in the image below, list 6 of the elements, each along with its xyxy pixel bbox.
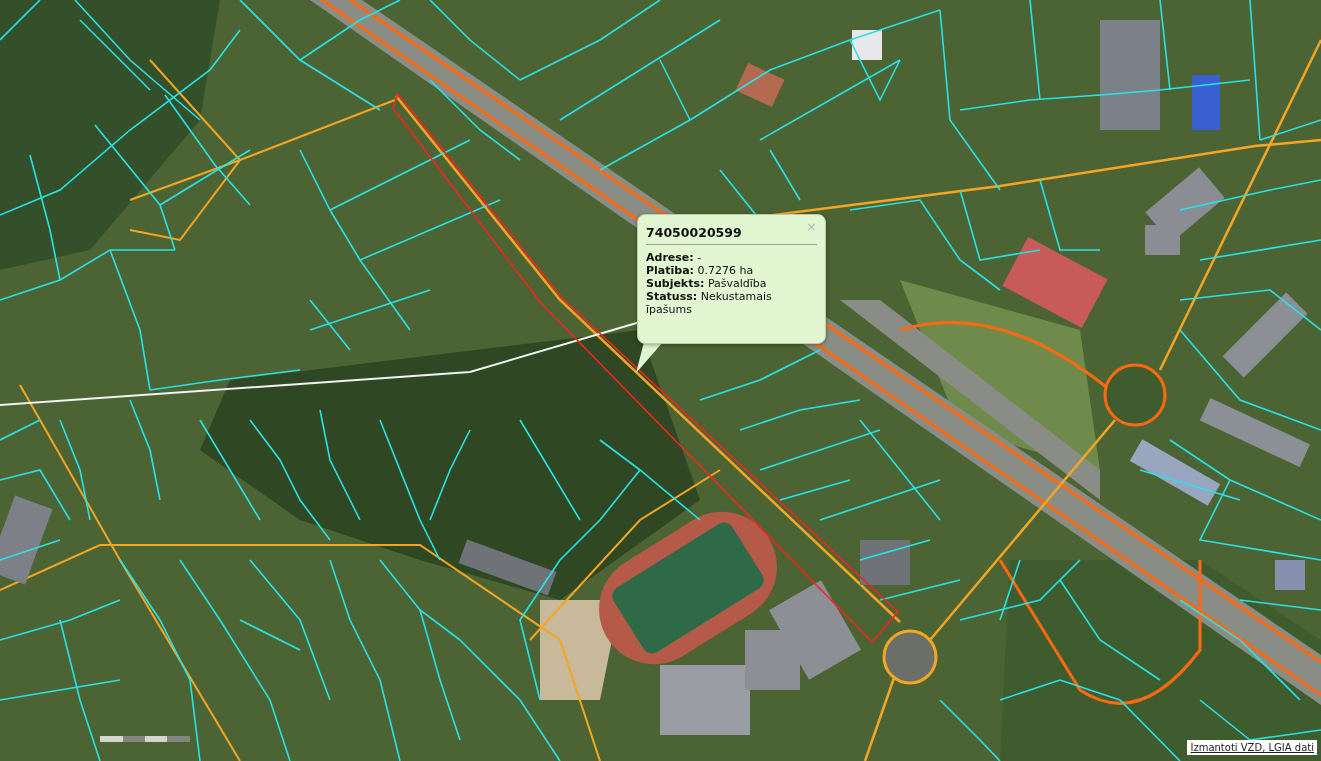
attribution-link[interactable]: Izmantoti VZD, LGIA dati [1187,740,1317,755]
popup-field: Adrese: - [646,251,817,264]
popup-field: Subjekts: Pašvaldība [646,277,817,290]
popup-field: Statuss: Nekustamais īpašums [646,290,817,316]
popup-field: Platība: 0.7276 ha [646,264,817,277]
popup-title: 74050020599 [646,225,742,241]
